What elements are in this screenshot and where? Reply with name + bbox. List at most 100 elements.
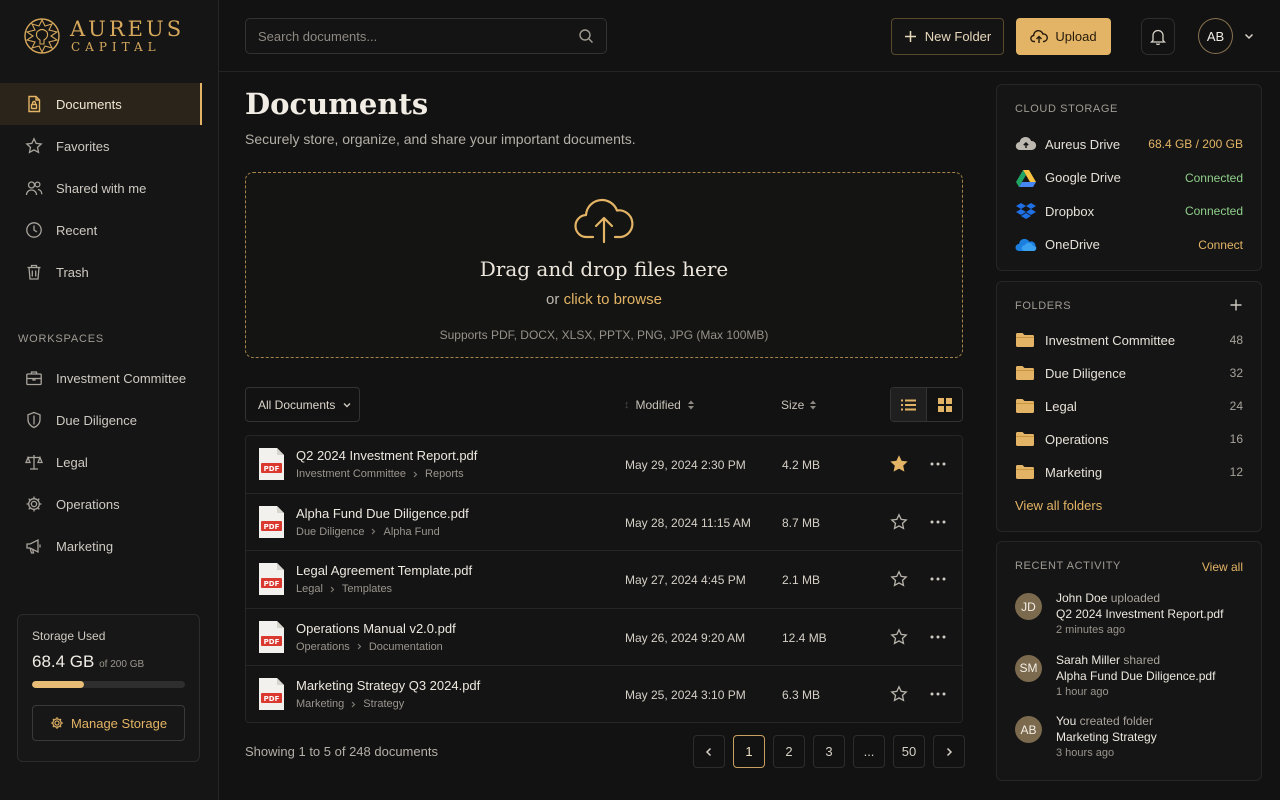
folder-item[interactable]: Operations 16 [1015, 428, 1243, 450]
star-filled-icon[interactable] [890, 455, 908, 473]
folder-item[interactable]: Investment Committee 48 [1015, 329, 1243, 351]
brand-logo[interactable]: AUREUS CAPITAL [22, 16, 184, 56]
file-name[interactable]: Operations Manual v2.0.pdf [296, 621, 456, 636]
view-all-folders-link[interactable]: View all folders [1015, 498, 1102, 513]
user-avatar[interactable]: AB [1198, 18, 1233, 54]
breadcrumb-segment[interactable]: Due Diligence [296, 526, 364, 538]
cloud-service-status[interactable]: Connect [1198, 238, 1243, 252]
sort-size[interactable]: Size [781, 398, 817, 412]
activity-target[interactable]: Q2 2024 Investment Report.pdf [1056, 606, 1223, 623]
upload-label: Upload [1055, 29, 1097, 44]
folder-count: 32 [1229, 366, 1243, 380]
more-options-icon[interactable] [930, 515, 946, 529]
page-button[interactable]: 3 [813, 735, 845, 768]
star-icon[interactable] [890, 570, 908, 588]
column-modified: Modified [635, 398, 681, 412]
cloud-service-name: Google Drive [1045, 170, 1121, 185]
breadcrumb-segment[interactable]: Investment Committee [296, 468, 406, 480]
file-path-breadcrumb: Legal Templates [296, 583, 392, 595]
add-folder-plus-icon[interactable] [1229, 298, 1243, 312]
upload-dropzone[interactable]: Drag and drop files here or click to bro… [245, 172, 963, 358]
table-row[interactable]: PDF Q2 2024 Investment Report.pdf Investme… [246, 436, 962, 494]
workspace-legal[interactable]: Legal [0, 441, 218, 483]
table-row[interactable]: PDF Legal Agreement Template.pdf Legal Temp… [246, 551, 962, 609]
file-size: 2.1 MB [782, 573, 821, 588]
page-button[interactable]: 1 [733, 735, 765, 768]
document-filter-dropdown[interactable]: All Documents [245, 387, 360, 422]
file-name[interactable]: Q2 2024 Investment Report.pdf [296, 448, 477, 463]
nav-item-favorites[interactable]: Favorites [0, 125, 218, 167]
nav-item-shared[interactable]: Shared with me [0, 167, 218, 209]
folder-icon [1015, 332, 1035, 348]
workspace-marketing[interactable]: Marketing [0, 525, 218, 567]
nav-item-documents[interactable]: Documents [0, 83, 202, 125]
chevron-right-icon [946, 747, 953, 756]
workspace-operations[interactable]: Operations [0, 483, 218, 525]
folder-item[interactable]: Legal 24 [1015, 395, 1243, 417]
activity-text: John Doe uploaded Q2 2024 Investment Repo… [1056, 590, 1223, 638]
page-button[interactable]: 2 [773, 735, 805, 768]
more-options-icon[interactable] [930, 572, 946, 586]
file-name[interactable]: Marketing Strategy Q3 2024.pdf [296, 678, 480, 693]
activity-target[interactable]: Marketing Strategy [1056, 729, 1157, 746]
breadcrumb-segment[interactable]: Marketing [296, 698, 344, 710]
more-options-icon[interactable] [930, 687, 946, 701]
file-size: 4.2 MB [782, 458, 821, 472]
more-options-icon[interactable] [930, 630, 946, 644]
activity-item[interactable]: JD John Doe uploaded Q2 2024 Investment Re… [1015, 590, 1243, 638]
breadcrumb-segment[interactable]: Operations [296, 641, 350, 653]
star-icon[interactable] [890, 628, 908, 646]
megaphone-icon [26, 538, 41, 554]
breadcrumb-segment[interactable]: Templates [342, 583, 392, 595]
prev-page-button[interactable] [693, 735, 725, 768]
next-page-button[interactable] [933, 735, 965, 768]
upload-button[interactable]: Upload [1016, 18, 1111, 55]
cloud-service-row[interactable]: Aureus Drive 68.4 GB / 200 GB [1015, 133, 1243, 155]
sort-modified[interactable]: ↕ Modified [624, 398, 695, 412]
cloud-service-row[interactable]: Dropbox Connected [1015, 200, 1243, 222]
new-folder-button[interactable]: New Folder [891, 18, 1004, 55]
folder-icon [1015, 431, 1035, 447]
workspace-investment-committee[interactable]: Investment Committee [0, 357, 218, 399]
view-all-activity-link[interactable]: View all [1202, 560, 1243, 574]
storage-amount: 68.4 GB of 200 GB [32, 652, 185, 672]
chevron-down-icon[interactable] [1243, 30, 1255, 42]
search-box[interactable] [245, 18, 607, 54]
file-name[interactable]: Legal Agreement Template.pdf [296, 563, 472, 578]
search-input[interactable] [258, 28, 578, 44]
breadcrumb-segment[interactable]: Documentation [369, 641, 443, 653]
table-row[interactable]: PDF Alpha Fund Due Diligence.pdf Due Dilig… [246, 493, 962, 552]
nav-item-trash[interactable]: Trash [0, 251, 218, 293]
breadcrumb-segment[interactable]: Alpha Fund [383, 526, 439, 538]
search-icon[interactable] [578, 28, 594, 44]
browse-link[interactable]: click to browse [564, 291, 662, 308]
workspace-due-diligence[interactable]: Due Diligence [0, 399, 218, 441]
breadcrumb-segment[interactable]: Strategy [363, 698, 404, 710]
manage-storage-button[interactable]: Manage Storage [32, 705, 185, 741]
list-view-button[interactable] [891, 388, 927, 421]
star-icon[interactable] [890, 512, 908, 531]
activity-item[interactable]: AB You created folder Marketing Strategy 3 … [1015, 713, 1243, 761]
activity-item[interactable]: SM Sarah Miller shared Alpha Fund Due Dili… [1015, 652, 1243, 700]
table-row[interactable]: PDF Operations Manual v2.0.pdf Operations D… [246, 608, 962, 667]
nav-item-recent[interactable]: Recent [0, 209, 218, 251]
avatar: SM [1015, 654, 1042, 682]
more-options-icon[interactable] [930, 457, 946, 471]
breadcrumb-segment[interactable]: Reports [425, 468, 464, 480]
storage-label: Storage Used [32, 629, 106, 643]
folder-item[interactable]: Marketing 12 [1015, 461, 1243, 483]
folder-name: Operations [1045, 431, 1109, 447]
table-row[interactable]: PDF Marketing Strategy Q3 2024.pdf Marketi… [246, 666, 962, 722]
grid-view-button[interactable] [927, 388, 962, 421]
page-button[interactable]: 50 [893, 735, 925, 768]
star-icon[interactable] [890, 685, 908, 703]
breadcrumb-segment[interactable]: Legal [296, 583, 323, 595]
page-button[interactable]: ... [853, 735, 885, 768]
cloud-service-row[interactable]: OneDrive Connect [1015, 234, 1243, 256]
view-toggle [890, 387, 963, 422]
activity-target[interactable]: Alpha Fund Due Diligence.pdf [1056, 668, 1215, 685]
notifications-button[interactable] [1141, 18, 1175, 55]
cloud-service-row[interactable]: Google Drive Connected [1015, 167, 1243, 189]
folder-item[interactable]: Due Diligence 32 [1015, 362, 1243, 384]
file-name[interactable]: Alpha Fund Due Diligence.pdf [296, 506, 469, 521]
